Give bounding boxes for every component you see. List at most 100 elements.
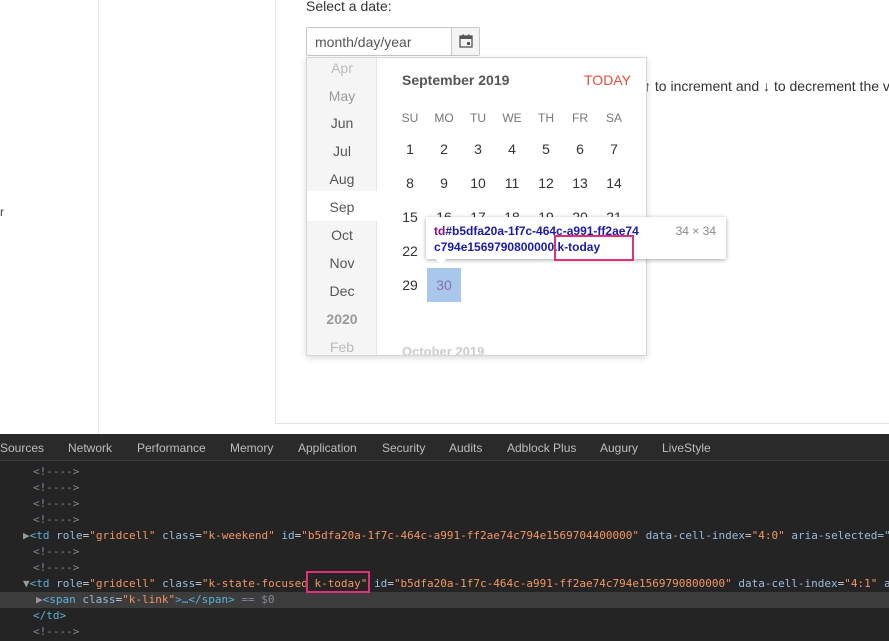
elements-tree: <!----> <!----> <!----> <!----> ▶<td rol… — [0, 462, 889, 641]
attr-name: id — [281, 529, 295, 542]
nav-month-feb[interactable]: Feb — [307, 339, 377, 355]
nav-month-sep[interactable]: Sep — [307, 199, 377, 215]
weekday-header: FR — [572, 111, 588, 125]
nav-month-may[interactable]: May — [307, 88, 377, 104]
tree-comment-line[interactable]: <!----> — [0, 464, 889, 480]
tree-comment-line[interactable]: <!----> — [0, 544, 889, 560]
attr-name: data-cell-index — [645, 529, 745, 542]
attr-value: "gridcell" — [89, 529, 156, 542]
nav-month-oct[interactable]: Oct — [307, 227, 377, 243]
attr-name: class — [82, 593, 116, 606]
day-cell[interactable]: 15 — [393, 200, 427, 234]
tag-name: <td — [29, 577, 50, 590]
comment-text: <!----> — [33, 561, 80, 574]
tab-adblock-plus[interactable]: Adblock Plus — [507, 441, 576, 455]
day-cell[interactable]: 22 — [393, 234, 427, 268]
calendar-icon — [459, 34, 473, 48]
today-button[interactable]: TODAY — [584, 72, 631, 88]
weekday-header: TU — [470, 111, 486, 125]
attr-name: role — [56, 577, 83, 590]
tree-comment-line[interactable]: <!----> — [0, 624, 889, 640]
expand-triangle-icon[interactable]: ▶ — [23, 529, 30, 542]
tab-livestyle[interactable]: LiveStyle — [662, 441, 711, 455]
weekday-header: SU — [401, 111, 419, 125]
tag-close: >…</span> — [175, 593, 235, 606]
tooltip-arrow — [435, 258, 447, 265]
tab-network[interactable]: Network — [68, 441, 112, 455]
tooltip-tag: td — [434, 224, 446, 238]
day-cell[interactable]: 2 — [427, 132, 461, 166]
tree-comment-line[interactable]: <!----> — [0, 560, 889, 576]
tooltip-dimensions: 34 × 34 — [675, 224, 716, 238]
tab-application[interactable]: Application — [298, 441, 357, 455]
day-cell-today[interactable]: 30 — [427, 268, 461, 302]
date-input-placeholder: month/day/year — [315, 34, 412, 50]
date-label: Select a date: — [306, 0, 392, 14]
attr-name: class — [162, 529, 196, 542]
devtools-panel: Sources Network Performance Memory Appli… — [0, 434, 889, 641]
calendar-title[interactable]: September 2019 — [402, 72, 509, 88]
comment-text: <!----> — [33, 545, 80, 558]
tab-sources[interactable]: Sources — [0, 441, 44, 455]
day-cell[interactable]: 1 — [393, 132, 427, 166]
tree-comment-line[interactable]: <!----> — [0, 496, 889, 512]
day-cell[interactable]: 3 — [461, 132, 495, 166]
weekday-header: TH — [538, 111, 554, 125]
attr-name: aria-selected=" — [791, 529, 889, 542]
nav-month-jul[interactable]: Jul — [307, 143, 377, 159]
nav-month-apr[interactable]: Apr — [307, 60, 377, 76]
day-cell[interactable]: 5 — [529, 132, 563, 166]
next-month-label: October 2019 — [402, 344, 485, 356]
tab-augury[interactable]: Augury — [600, 441, 638, 455]
tree-comment-line[interactable]: <!----> — [0, 480, 889, 496]
date-input[interactable]: month/day/year — [306, 27, 480, 56]
attr-value: "b5dfa20a-1f7c-464c-a991-ff2ae74c794e156… — [393, 577, 732, 590]
nav-month-dec[interactable]: Dec — [307, 283, 377, 299]
attr-value: "4:1" — [844, 577, 878, 590]
comment-text: <!----> — [33, 625, 80, 638]
nav-year-2020[interactable]: 2020 — [307, 311, 377, 327]
tree-comment-line[interactable]: <!----> — [0, 512, 889, 528]
day-cell[interactable]: 12 — [529, 166, 563, 200]
day-cell[interactable]: 29 — [393, 268, 427, 302]
attr-value: "k-weekend" — [201, 529, 275, 542]
day-cell[interactable]: 10 — [461, 166, 495, 200]
truncated-text: r — [0, 205, 4, 219]
tag-name: <td — [29, 529, 50, 542]
tab-audits[interactable]: Audits — [449, 441, 482, 455]
comment-text: <!----> — [33, 497, 80, 510]
nav-month-aug[interactable]: Aug — [307, 171, 377, 187]
day-cell[interactable]: 7 — [597, 132, 631, 166]
expand-triangle-icon[interactable]: ▶ — [36, 593, 43, 606]
day-cell[interactable]: 8 — [393, 166, 427, 200]
annotation-highlight-box — [554, 235, 634, 261]
collapse-triangle-icon[interactable]: ▼ — [23, 577, 30, 590]
tree-node-span-selected[interactable]: ▶<span class="k-link">…</span> == $0 — [0, 592, 889, 608]
annotation-highlight-box — [306, 571, 370, 593]
nav-month-nov[interactable]: Nov — [307, 255, 377, 271]
tab-memory[interactable]: Memory — [230, 441, 273, 455]
comment-text: <!----> — [33, 465, 80, 478]
day-cell[interactable]: 13 — [563, 166, 597, 200]
tab-performance[interactable]: Performance — [137, 441, 206, 455]
nav-month-jun[interactable]: Jun — [307, 115, 377, 131]
weekday-header: MO — [434, 111, 454, 125]
devtools-tabbar: Sources Network Performance Memory Appli… — [0, 434, 889, 461]
calendar-toggle-button[interactable] — [451, 28, 479, 55]
month-navigation: Apr May Jun Jul Aug Sep Oct Nov Dec 2020… — [307, 58, 377, 355]
attr-name: id — [374, 577, 388, 590]
attr-value: "k-link" — [122, 593, 176, 606]
keyboard-hint: ↑ to increment and ↓ to decrement the v — [644, 78, 889, 94]
tree-node-td-weekend[interactable]: ▶<td role="gridcell" class="k-weekend" i… — [0, 528, 889, 544]
day-cell[interactable]: 6 — [563, 132, 597, 166]
tree-node-td-close[interactable]: </td> — [0, 608, 889, 624]
tree-node-td-today[interactable]: ▼<td role="gridcell" class="k-state-focu… — [0, 576, 889, 592]
day-cell[interactable]: 11 — [495, 166, 529, 200]
weekday-header: SA — [605, 111, 622, 125]
day-cell[interactable]: 14 — [597, 166, 631, 200]
day-cell[interactable]: 9 — [427, 166, 461, 200]
tab-security[interactable]: Security — [382, 441, 425, 455]
selected-node-marker: == $0 — [241, 593, 275, 606]
attr-name: a — [884, 577, 889, 590]
day-cell[interactable]: 4 — [495, 132, 529, 166]
